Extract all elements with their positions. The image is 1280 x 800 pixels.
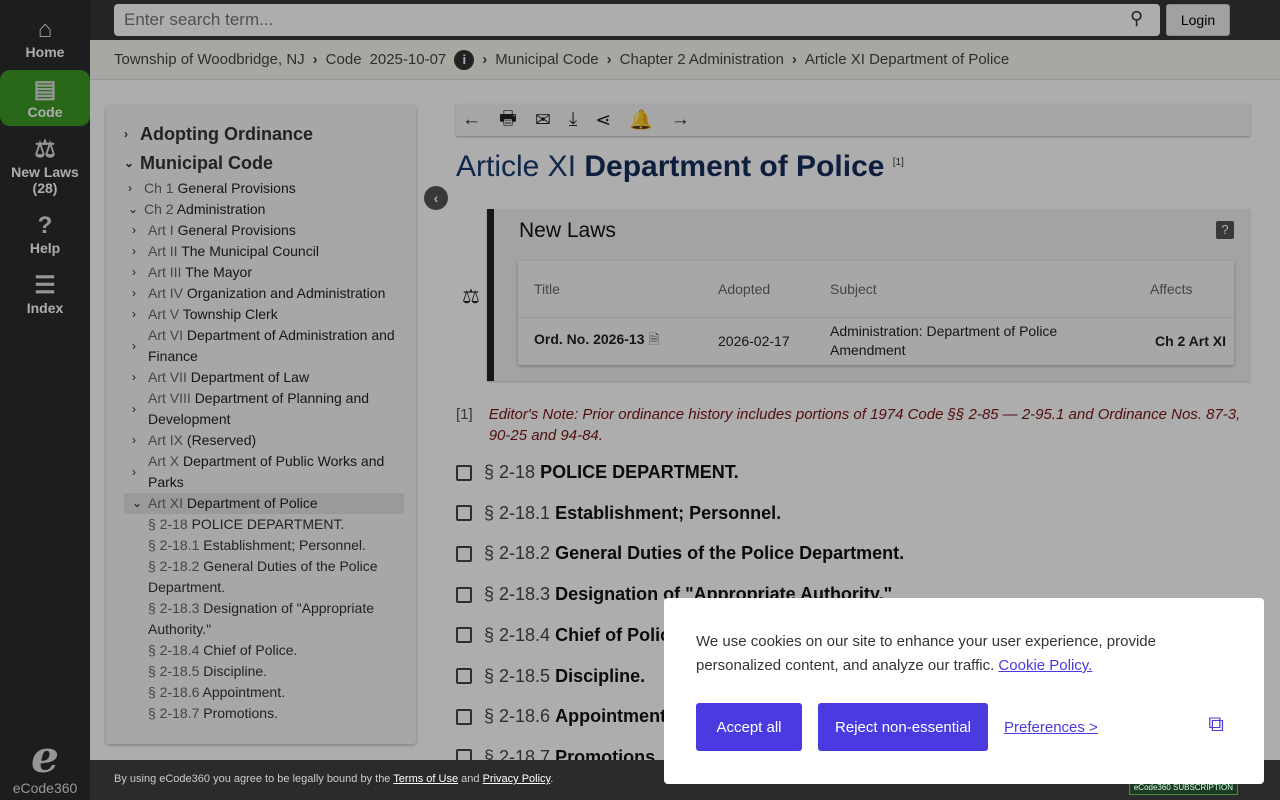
cookie-policy-link[interactable]: Cookie Policy. — [998, 657, 1092, 674]
accept-all-button[interactable]: Accept all — [696, 703, 802, 751]
terms-link[interactable]: Terms of Use — [393, 773, 458, 785]
cookie-text: We use cookies on our site to enhance yo… — [696, 633, 1156, 674]
reject-non-essential-button[interactable]: Reject non-essential — [818, 703, 988, 751]
cookie-provider-logo: ⧉ — [1208, 711, 1224, 736]
footer-text: By using eCode360 you agree to be legall… — [114, 773, 391, 785]
footer-text: and — [461, 773, 480, 785]
preferences-link[interactable]: Preferences > — [1004, 716, 1098, 740]
cookie-banner: We use cookies on our site to enhance yo… — [664, 598, 1264, 784]
privacy-link[interactable]: Privacy Policy — [483, 773, 551, 785]
